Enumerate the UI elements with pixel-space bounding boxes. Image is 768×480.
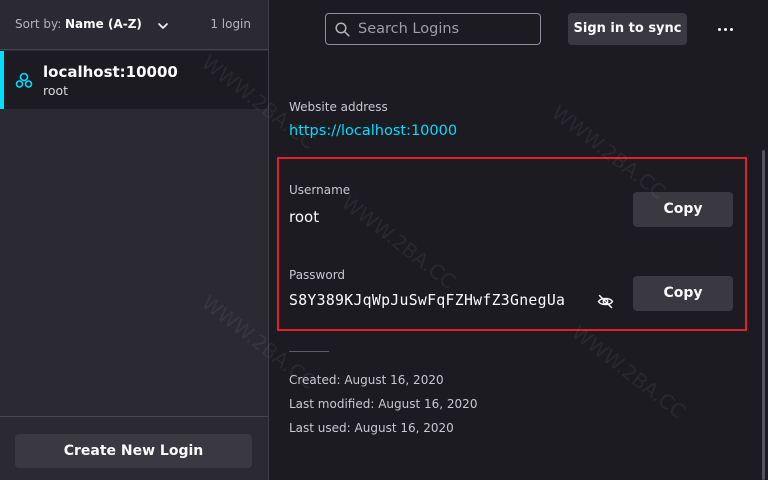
login-list-item[interactable]: localhost:10000 root <box>0 51 268 109</box>
last-used-date: Last used: August 16, 2020 <box>289 421 454 435</box>
chevron-down-icon[interactable] <box>156 19 170 33</box>
password-value: S8Y389KJqWpJuSwFqFZHwfZ3GnegUa <box>289 292 566 309</box>
login-item-icon <box>15 72 33 88</box>
sign-in-to-sync-button[interactable]: Sign in to sync <box>568 13 687 45</box>
sort-row[interactable]: Sort by: Name (A-Z) 1 login <box>0 0 268 50</box>
scrollbar[interactable] <box>762 150 765 480</box>
login-item-username: root <box>43 83 69 98</box>
search-input[interactable] <box>358 18 534 40</box>
sidebar: Sort by: Name (A-Z) 1 login localhost:10… <box>0 0 269 480</box>
sort-label: Sort by: <box>15 17 62 31</box>
divider <box>289 351 329 352</box>
search-icon <box>335 22 350 37</box>
created-date: Created: August 16, 2020 <box>289 373 444 387</box>
website-address-link[interactable]: https://localhost:10000 <box>289 123 457 139</box>
watermark: WWW.2BA.CC <box>567 320 691 424</box>
copy-username-button[interactable]: Copy <box>633 192 733 227</box>
search-box[interactable] <box>325 13 541 45</box>
sidebar-footer: Create New Login <box>0 416 268 480</box>
login-count: 1 login <box>210 17 251 31</box>
create-new-login-button[interactable]: Create New Login <box>15 434 252 468</box>
more-options-icon[interactable] <box>714 20 738 38</box>
login-item-title: localhost:10000 <box>43 63 178 81</box>
website-address-label: Website address <box>289 100 388 114</box>
last-modified-date: Last modified: August 16, 2020 <box>289 397 478 411</box>
copy-password-button[interactable]: Copy <box>633 276 733 311</box>
password-label: Password <box>289 268 346 282</box>
username-label: Username <box>289 183 351 197</box>
username-value: root <box>289 208 320 226</box>
selected-indicator <box>0 51 4 109</box>
hide-password-eye-icon[interactable] <box>597 293 614 310</box>
sort-select-value[interactable]: Name (A-Z) <box>65 17 142 31</box>
